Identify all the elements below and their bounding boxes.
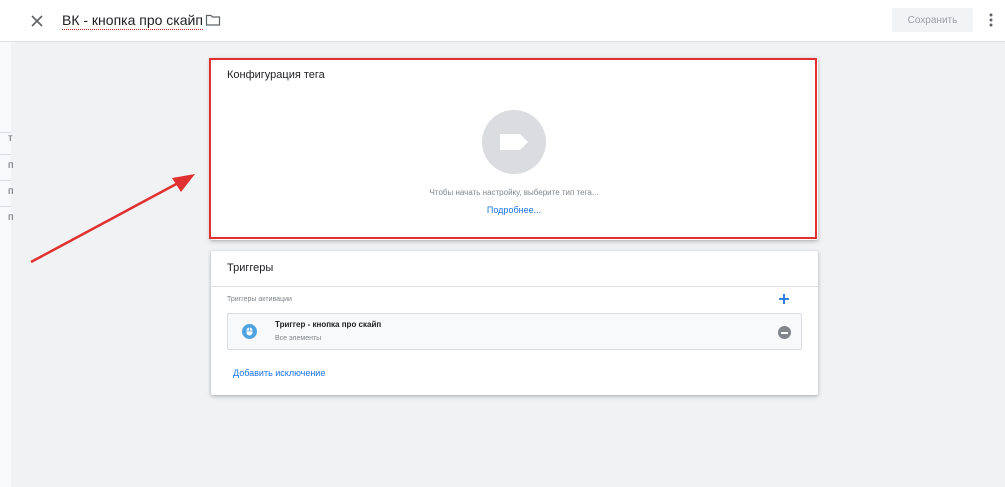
- choose-tag-type-button[interactable]: [482, 110, 546, 174]
- firing-triggers-label: Триггеры активации: [227, 296, 292, 303]
- background-fragment: т: [0, 132, 13, 154]
- background-page-strip: т п п п: [0, 42, 13, 487]
- close-icon: [31, 15, 43, 27]
- more-vert-icon: [989, 13, 993, 27]
- close-button[interactable]: [26, 10, 48, 32]
- trigger-name: Триггер - кнопка про скайп: [275, 320, 382, 329]
- trigger-subtitle: Все элементы: [275, 335, 322, 342]
- background-fragment: п: [0, 180, 13, 206]
- triggers-title: Триггеры: [227, 262, 274, 274]
- trigger-row[interactable]: Триггер - кнопка про скайп Все элементы: [227, 313, 802, 350]
- tag-configuration-title: Конфигурация тега: [227, 69, 325, 81]
- background-fragment: п: [0, 154, 13, 180]
- learn-more-link[interactable]: Подробнее...: [210, 205, 818, 215]
- save-button[interactable]: Сохранить: [892, 8, 973, 32]
- tag-configuration-card[interactable]: Конфигурация тега Чтобы начать настройку…: [210, 58, 818, 240]
- add-trigger-button[interactable]: [778, 292, 790, 304]
- background-fragment: п: [0, 206, 13, 232]
- tag-configuration-hint: Чтобы начать настройку, выберите тип тег…: [429, 188, 599, 197]
- triggers-divider: [211, 286, 818, 287]
- editor-header: ВК - кнопка про скайп Сохранить: [0, 0, 1005, 42]
- folder-icon: [205, 14, 221, 26]
- plus-icon: [779, 294, 789, 304]
- triggers-card: Триггеры Триггеры активации Триггер - кн…: [211, 251, 818, 395]
- tag-name-input[interactable]: ВК - кнопка про скайп: [62, 12, 203, 30]
- folder-button[interactable]: [205, 12, 221, 28]
- click-trigger-icon: [242, 324, 257, 339]
- more-options-button[interactable]: [986, 11, 996, 29]
- tag-icon: [500, 134, 528, 150]
- add-exception-link[interactable]: Добавить исключение: [233, 368, 325, 378]
- remove-trigger-icon[interactable]: [778, 326, 791, 339]
